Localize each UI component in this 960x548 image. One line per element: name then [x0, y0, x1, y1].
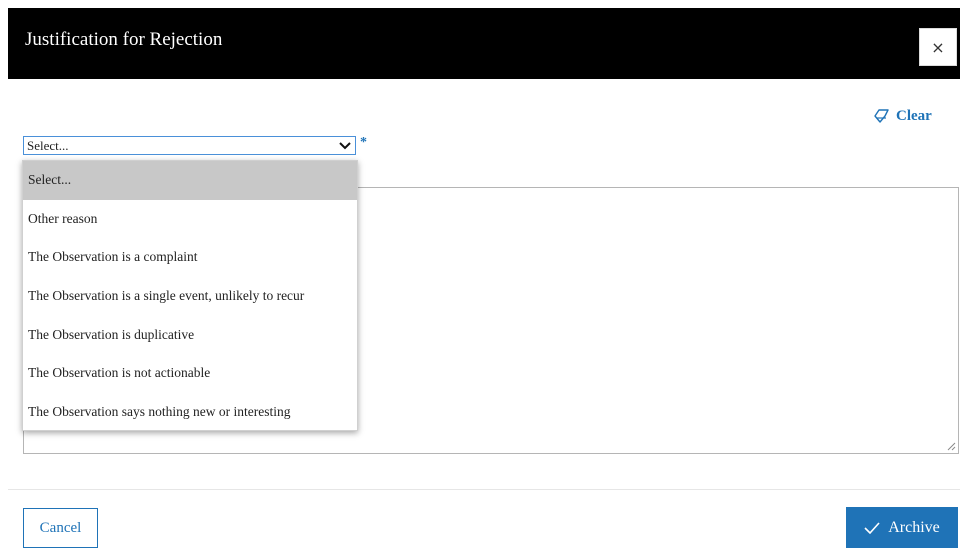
archive-button[interactable]: Archive — [846, 507, 958, 548]
footer-divider — [8, 489, 960, 490]
dialog-title: Justification for Rejection — [25, 29, 223, 50]
check-icon — [864, 521, 880, 534]
clear-button[interactable]: Clear — [874, 107, 932, 125]
archive-label: Archive — [888, 518, 940, 536]
dialog-header: Justification for Rejection × — [8, 8, 960, 79]
clear-label: Clear — [896, 107, 932, 124]
dropdown-option[interactable]: The Observation is a complaint — [23, 238, 357, 277]
select-value: Select... — [27, 138, 69, 153]
cancel-button[interactable]: Cancel — [23, 508, 98, 548]
dropdown-option[interactable]: The Observation says nothing new or inte… — [23, 393, 357, 432]
dropdown-option[interactable]: Select... — [23, 161, 357, 200]
reason-dropdown-list: Select... Other reason The Observation i… — [22, 160, 358, 431]
eraser-icon — [874, 109, 889, 123]
resize-handle-icon[interactable] — [946, 441, 956, 451]
dropdown-option[interactable]: Other reason — [23, 200, 357, 239]
chevron-down-icon — [338, 137, 352, 154]
required-marker: * — [360, 135, 367, 150]
rejection-reason-select[interactable]: Select... — [23, 136, 356, 155]
dropdown-option[interactable]: The Observation is duplicative — [23, 315, 357, 354]
dropdown-option[interactable]: The Observation is not actionable — [23, 354, 357, 393]
dropdown-option[interactable]: The Observation is a single event, unlik… — [23, 277, 357, 316]
close-icon: × — [931, 37, 945, 57]
close-button[interactable]: × — [919, 28, 957, 66]
